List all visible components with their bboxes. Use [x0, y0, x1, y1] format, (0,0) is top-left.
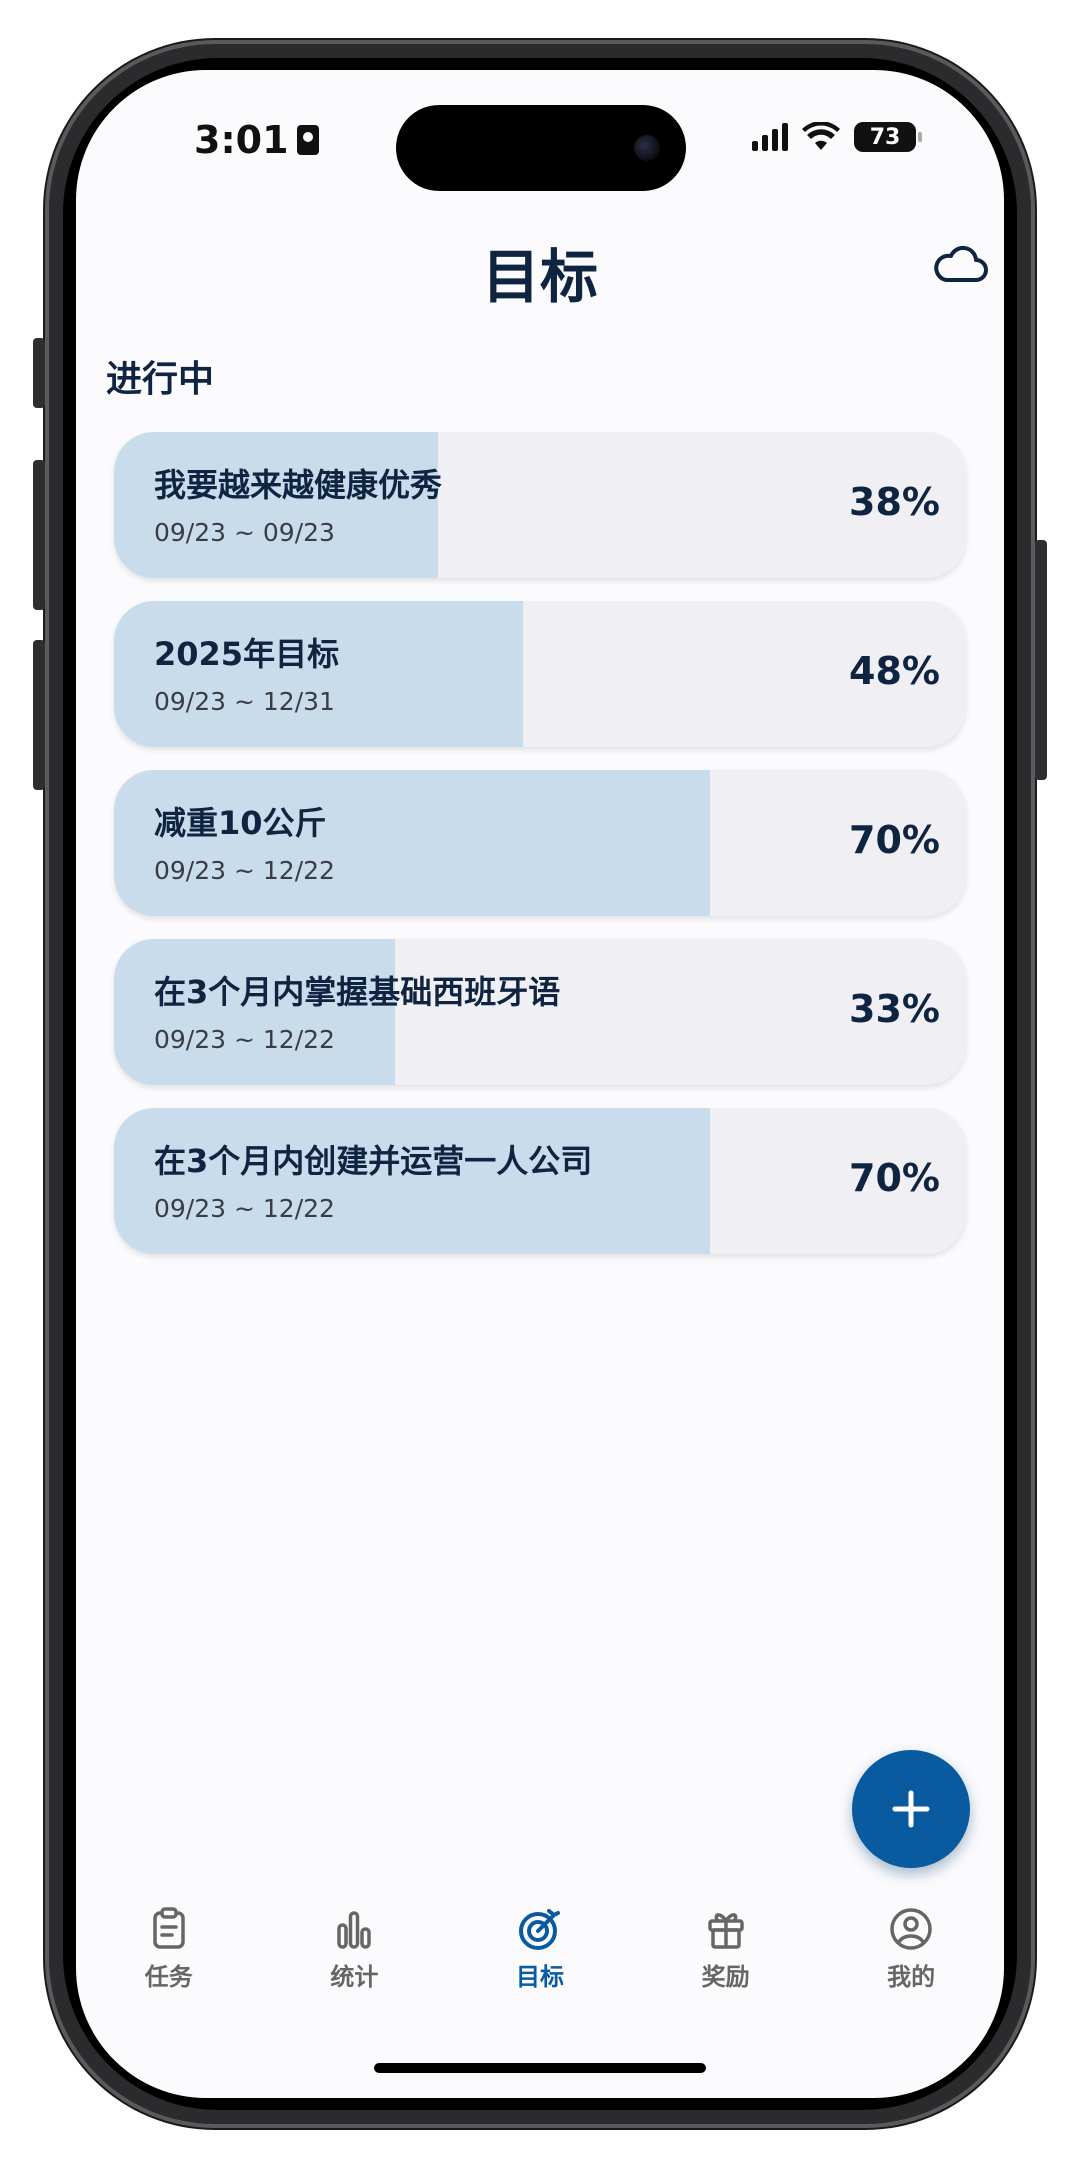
page-title: 目标	[481, 243, 598, 311]
add-goal-button[interactable]	[852, 1750, 970, 1868]
goal-date-range: 09/23 ~ 12/22	[154, 1194, 335, 1223]
status-time: 3:01	[194, 118, 319, 162]
tab-label: 目标	[515, 1963, 564, 1991]
user-circle-icon	[890, 1908, 932, 1950]
tab-label: 任务	[144, 1963, 193, 1991]
cellular-signal-icon	[752, 123, 788, 151]
goal-percent: 38%	[849, 480, 940, 524]
battery-level: 73	[869, 124, 901, 150]
goal-card[interactable]: 在3个月内掌握基础西班牙语 09/23 ~ 12/22 33%	[114, 939, 966, 1085]
cloud-sync-button[interactable]	[930, 240, 990, 290]
goal-date-range: 09/23 ~ 12/31	[154, 687, 335, 716]
cloud-icon	[934, 245, 988, 282]
goal-card[interactable]: 在3个月内创建并运营一人公司 09/23 ~ 12/22 70%	[114, 1108, 966, 1254]
goal-name: 在3个月内创建并运营一人公司	[154, 1142, 593, 1180]
tab-goals[interactable]: 目标	[447, 1905, 633, 2015]
goal-name: 2025年目标	[154, 635, 340, 673]
goal-name: 减重10公斤	[154, 804, 327, 842]
tab-rewards[interactable]: 奖励	[633, 1905, 819, 2015]
gift-icon	[707, 1913, 744, 1949]
wifi-icon	[802, 122, 840, 150]
volume-down-button	[33, 640, 45, 790]
goal-list: 我要越来越健康优秀 09/23 ~ 09/23 38% 2025年目标 09/2…	[114, 432, 966, 1277]
section-label-in-progress: 进行中	[106, 359, 215, 400]
tab-label: 统计	[330, 1963, 379, 1991]
target-icon	[518, 1909, 560, 1950]
goal-card[interactable]: 我要越来越健康优秀 09/23 ~ 09/23 38%	[114, 432, 966, 578]
volume-up-button	[33, 460, 45, 610]
dynamic-island	[396, 105, 686, 191]
tab-stats[interactable]: 统计	[262, 1905, 448, 2015]
plus-icon	[892, 1790, 930, 1828]
goal-name: 我要越来越健康优秀	[154, 466, 443, 504]
status-indicators: 73	[752, 122, 922, 152]
goal-date-range: 09/23 ~ 12/22	[154, 1025, 335, 1054]
bottom-tab-bar: 任务 统计 目标 奖励 我的	[76, 1905, 1004, 2015]
camera-icon	[634, 135, 660, 161]
goal-percent: 70%	[849, 1156, 940, 1200]
goal-date-range: 09/23 ~ 09/23	[154, 518, 335, 547]
home-indicator	[374, 2063, 706, 2073]
bar-chart-icon	[337, 1911, 372, 1949]
goal-percent: 70%	[849, 818, 940, 862]
goal-percent: 33%	[849, 987, 940, 1031]
contact-card-icon	[296, 125, 319, 155]
goal-date-range: 09/23 ~ 12/22	[154, 856, 335, 885]
tab-label: 我的	[887, 1963, 936, 1991]
tab-profile[interactable]: 我的	[818, 1905, 1004, 2015]
tab-tasks[interactable]: 任务	[76, 1905, 262, 2015]
status-time-text: 3:01	[194, 118, 289, 162]
goal-card[interactable]: 2025年目标 09/23 ~ 12/31 48%	[114, 601, 966, 747]
clipboard-icon	[153, 1907, 185, 1949]
action-button	[33, 338, 45, 408]
tab-label: 奖励	[701, 1963, 750, 1991]
power-button	[1035, 540, 1047, 780]
screen: 3:01 73 目标 进行中 我要越来越健康优秀 09/23 ~ 09/23 3…	[76, 70, 1004, 2098]
battery-icon: 73	[854, 122, 922, 152]
goal-percent: 48%	[849, 649, 940, 693]
goal-name: 在3个月内掌握基础西班牙语	[154, 973, 561, 1011]
goal-card[interactable]: 减重10公斤 09/23 ~ 12/22 70%	[114, 770, 966, 916]
